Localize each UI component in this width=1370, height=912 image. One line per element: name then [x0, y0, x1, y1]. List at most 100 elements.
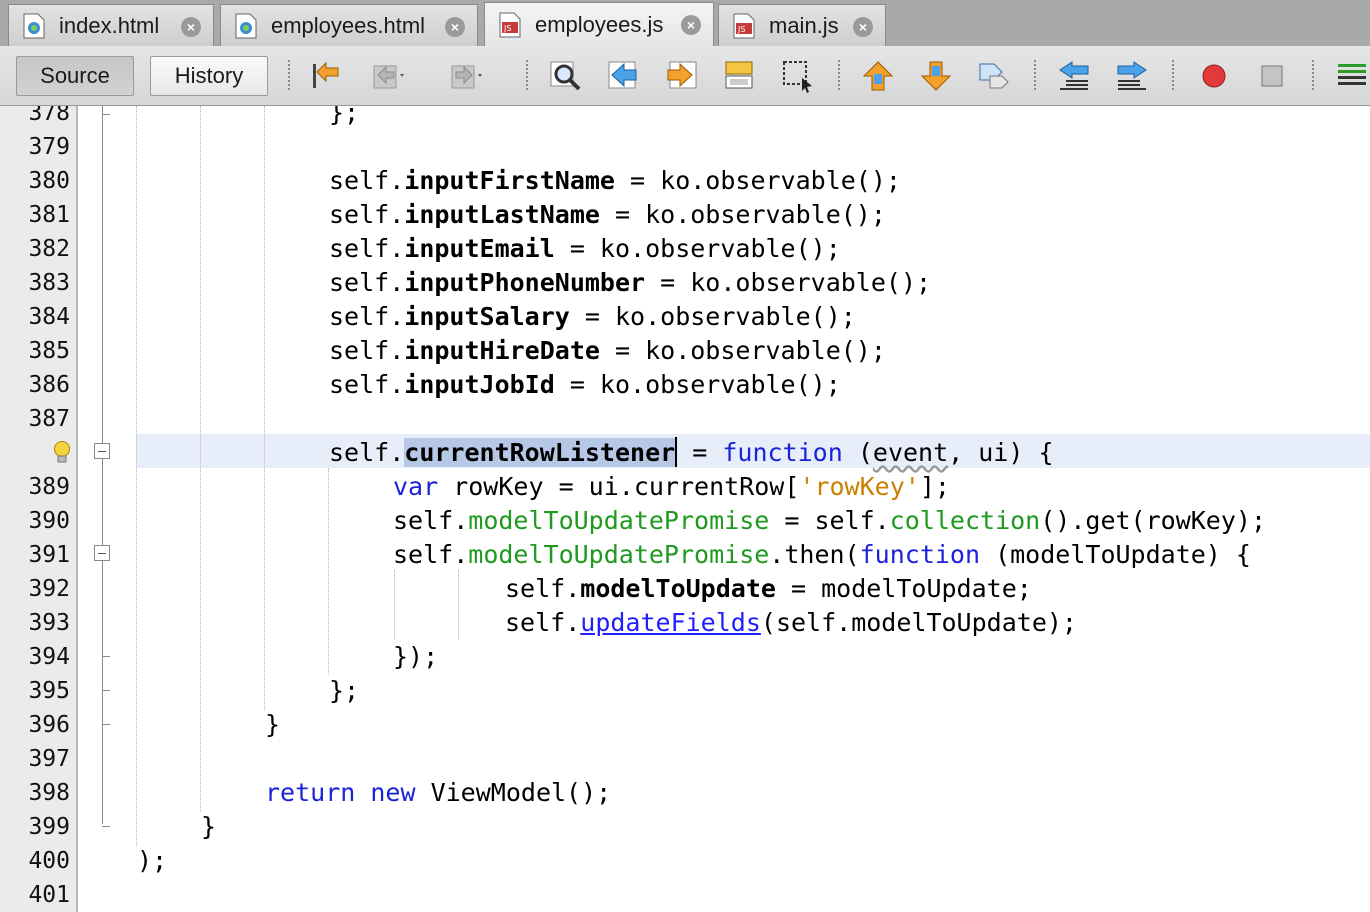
code-line-394: });	[393, 642, 439, 671]
svg-text:JS: JS	[503, 24, 511, 33]
toolbar-separator	[288, 60, 290, 92]
toggle-rectangular-selection-icon[interactable]	[780, 58, 816, 94]
line-number: 386	[28, 372, 70, 398]
line-number: 401	[28, 882, 70, 908]
close-icon[interactable]: ×	[181, 17, 201, 37]
fold-toggle-icon[interactable]	[94, 443, 110, 459]
close-icon[interactable]: ×	[445, 17, 465, 37]
line-number: 400	[28, 848, 70, 874]
editor-tab-bar: index.html × employees.html × JS employe…	[0, 0, 1370, 46]
start-macro-recording-icon[interactable]	[1196, 58, 1232, 94]
code-line-400: );	[137, 846, 168, 875]
tab-employees-js[interactable]: JS employees.js ×	[484, 2, 714, 46]
function-link[interactable]: updateFields	[580, 608, 761, 637]
comment-icon[interactable]	[1334, 58, 1370, 94]
stop-macro-recording-icon[interactable]	[1254, 58, 1290, 94]
code-line-398: return new ViewModel();	[265, 778, 612, 807]
indent-guide	[200, 106, 201, 812]
toolbar-separator	[1034, 60, 1036, 92]
indent-guide	[394, 570, 395, 640]
line-number: 385	[28, 338, 70, 364]
history-button[interactable]: History	[150, 56, 268, 96]
shift-left-icon[interactable]	[1056, 58, 1092, 94]
line-number: 390	[28, 508, 70, 534]
tab-label: index.html	[59, 12, 160, 38]
js-file-icon: JS	[499, 12, 521, 38]
selected-text: currentRowListener	[404, 438, 676, 467]
line-number: 392	[28, 576, 70, 602]
next-bookmark-icon[interactable]	[918, 58, 954, 94]
code-line-383: self.inputPhoneNumber = ko.observable();	[329, 268, 932, 297]
code-line-399: }	[201, 812, 217, 841]
line-number: 380	[28, 168, 70, 194]
fold-line	[102, 106, 103, 824]
toggle-highlight-icon[interactable]	[722, 58, 758, 94]
find-next-icon[interactable]	[664, 58, 700, 94]
code-line-378: };	[329, 106, 360, 127]
fold-end-marker	[102, 690, 110, 691]
code-line-393: self.updateFields(self.modelToUpdate);	[505, 608, 1077, 637]
code-line-381: self.inputLastName = ko.observable();	[329, 200, 886, 229]
fold-end-marker	[102, 826, 110, 827]
tab-employees-html[interactable]: employees.html ×	[220, 4, 478, 46]
toolbar-separator	[1172, 60, 1174, 92]
line-number: 395	[28, 678, 70, 704]
code-line-386: self.inputJobId = ko.observable();	[329, 370, 841, 399]
indent-guide	[136, 106, 137, 846]
toolbar-separator	[1312, 60, 1314, 92]
code-line-396: }	[265, 710, 281, 739]
tab-main-js[interactable]: JS main.js ×	[718, 4, 886, 46]
line-number: 387	[28, 406, 70, 432]
line-number: 379	[28, 134, 70, 160]
previous-bookmark-icon[interactable]	[860, 58, 896, 94]
indent-guide	[328, 468, 329, 674]
close-icon[interactable]: ×	[681, 15, 701, 35]
tab-label: employees.js	[535, 11, 664, 37]
fold-end-marker	[102, 114, 110, 115]
fold-end-marker	[102, 656, 110, 657]
back-icon[interactable]	[370, 58, 406, 94]
shift-right-icon[interactable]	[1114, 58, 1150, 94]
js-file-icon: JS	[733, 13, 755, 39]
code-line-380: self.inputFirstName = ko.observable();	[329, 166, 901, 195]
html-file-icon	[235, 13, 257, 39]
line-number: 381	[28, 202, 70, 228]
forward-icon[interactable]	[448, 58, 484, 94]
code-line-385: self.inputHireDate = ko.observable();	[329, 336, 886, 365]
indent-guide	[458, 570, 459, 640]
line-number: 397	[28, 746, 70, 772]
line-number: 384	[28, 304, 70, 330]
code-line-392: self.modelToUpdate = modelToUpdate;	[505, 574, 1032, 603]
editor-toolbar: Source History	[0, 46, 1370, 106]
toolbar-separator	[526, 60, 528, 92]
code-line-382: self.inputEmail = ko.observable();	[329, 234, 841, 263]
code-line-391: self.modelToUpdatePromise.then(function …	[393, 540, 1251, 569]
toggle-bookmark-icon[interactable]	[976, 58, 1012, 94]
code-line-389: var rowKey = ui.currentRow['rowKey'];	[393, 472, 950, 501]
tab-label: employees.html	[271, 12, 426, 38]
fold-end-marker	[102, 724, 110, 725]
fold-toggle-icon[interactable]	[94, 545, 110, 561]
source-button[interactable]: Source	[16, 56, 134, 96]
line-number: 393	[28, 610, 70, 636]
line-number: 398	[28, 780, 70, 806]
toolbar-separator	[838, 60, 840, 92]
find-previous-icon[interactable]	[606, 58, 642, 94]
code-line-384: self.inputSalary = ko.observable();	[329, 302, 856, 331]
close-icon[interactable]: ×	[853, 17, 873, 37]
last-edit-icon[interactable]	[308, 58, 344, 94]
svg-text:JS: JS	[737, 25, 745, 34]
lightbulb-hint-icon[interactable]	[52, 440, 72, 466]
tab-label: main.js	[769, 12, 839, 38]
code-editor[interactable]: 378 379 380 381 382 383 384 385 386 387 …	[0, 106, 1370, 912]
code-line-388: self.currentRowListener = function (even…	[329, 437, 1054, 467]
html-file-icon	[23, 13, 45, 39]
code-line-395: };	[329, 676, 360, 705]
line-number: 394	[28, 644, 70, 670]
line-number: 383	[28, 270, 70, 296]
code-line-390: self.modelToUpdatePromise = self.collect…	[393, 506, 1267, 535]
line-number: 396	[28, 712, 70, 738]
tab-index-html[interactable]: index.html ×	[8, 4, 214, 46]
line-number: 378	[28, 106, 70, 126]
find-icon[interactable]	[548, 58, 584, 94]
